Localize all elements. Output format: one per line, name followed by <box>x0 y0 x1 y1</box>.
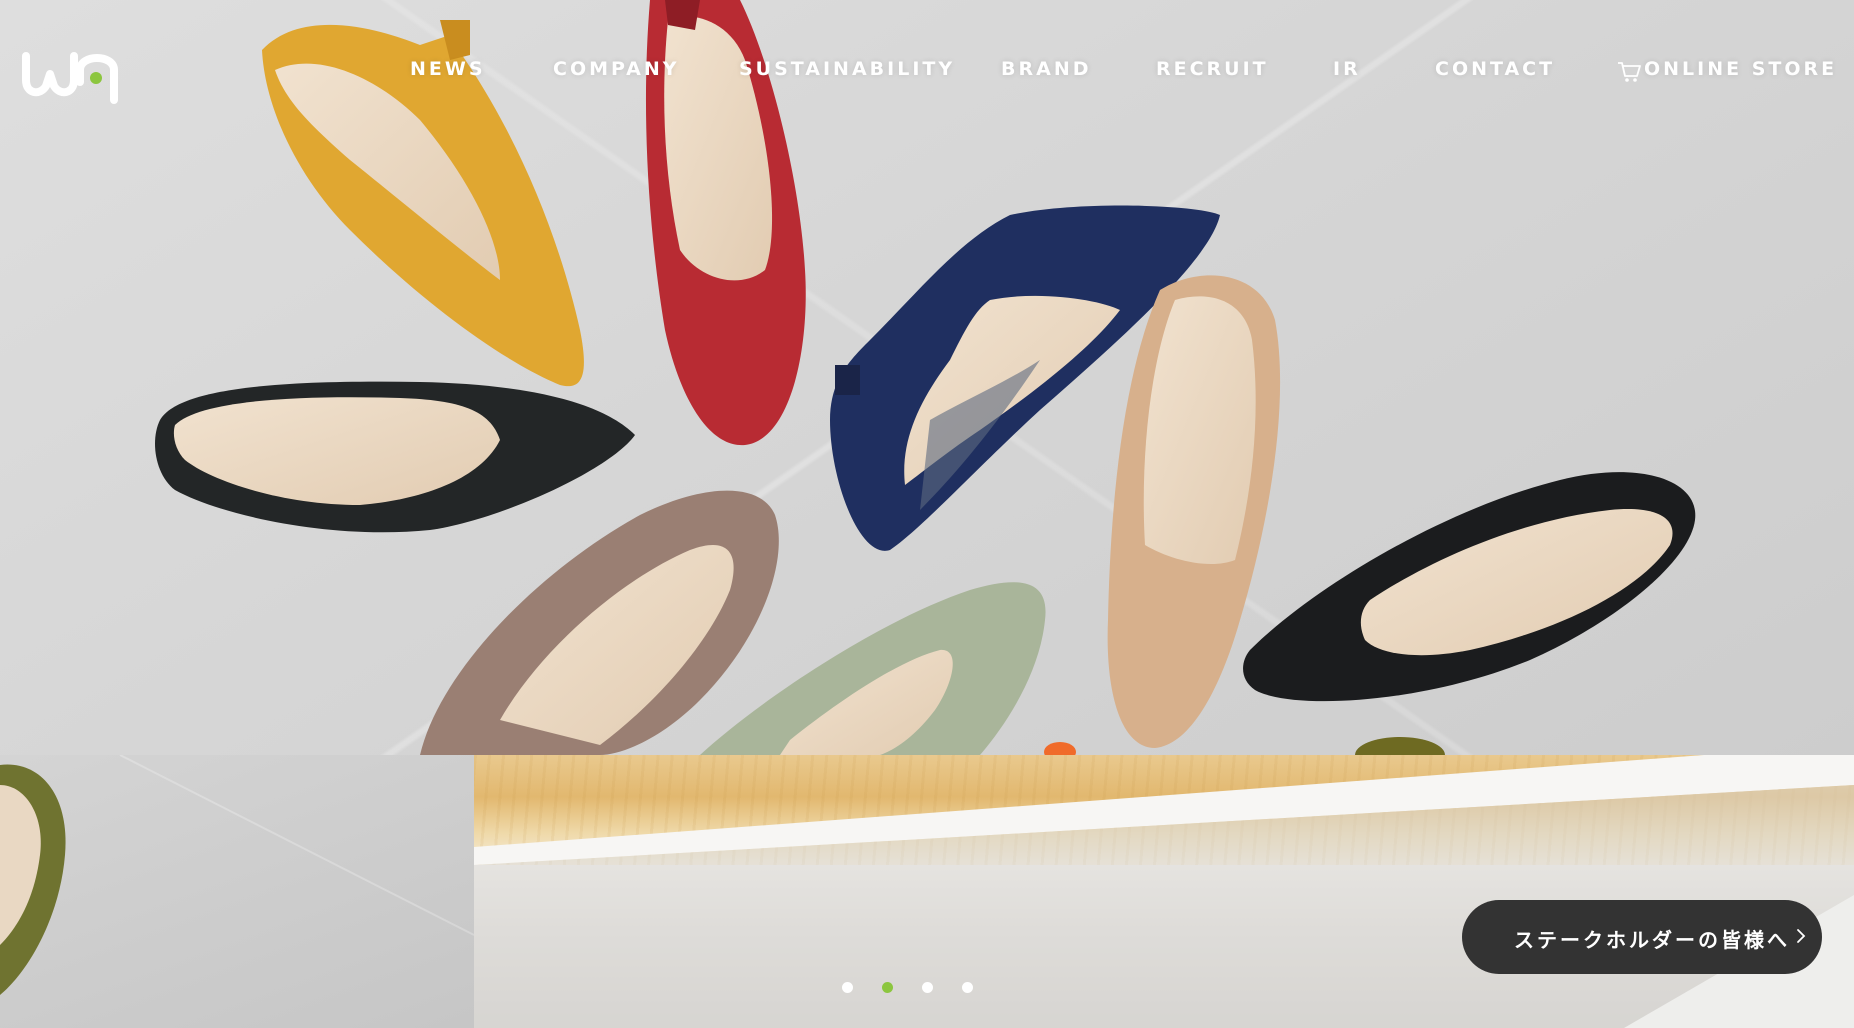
stakeholders-button[interactable]: ステークホルダーの皆様へ <box>1462 900 1822 974</box>
orange-shoe-tip <box>1044 742 1076 755</box>
nav-sustainability[interactable]: SUSTAINABILITY <box>739 58 955 80</box>
slider-dot-3[interactable] <box>922 982 933 993</box>
snake-print-shoe <box>420 490 779 755</box>
nav-brand[interactable]: BRAND <box>1001 58 1092 80</box>
slider-pagination <box>0 982 1854 994</box>
slider-dot-4[interactable] <box>962 982 973 993</box>
slider-dot-1[interactable] <box>842 982 853 993</box>
nav-contact[interactable]: CONTACT <box>1435 58 1555 80</box>
nav-company[interactable]: COMPANY <box>553 58 680 80</box>
slider-dot-2[interactable] <box>882 982 893 993</box>
nav-ir[interactable]: IR <box>1333 58 1361 80</box>
black-suede-shoe <box>1243 472 1696 702</box>
chevron-right-icon <box>1797 929 1806 943</box>
cart-icon[interactable] <box>1617 61 1641 83</box>
black-leather-shoe <box>155 381 635 533</box>
nav-online-store[interactable]: ONLINE STORE <box>1644 58 1837 80</box>
page: NEWS COMPANY SUSTAINABILITY BRAND RECRUI… <box>0 0 1854 1028</box>
nav-recruit[interactable]: RECRUIT <box>1156 58 1269 80</box>
stakeholders-button-label: ステークホルダーの皆様へ <box>1514 928 1790 952</box>
site-header: NEWS COMPANY SUSTAINABILITY BRAND RECRUI… <box>0 0 1854 140</box>
olive-shoe-tip <box>1355 737 1445 755</box>
main-nav: NEWS COMPANY SUSTAINABILITY BRAND RECRUI… <box>0 58 1854 88</box>
nav-news[interactable]: NEWS <box>410 58 486 80</box>
